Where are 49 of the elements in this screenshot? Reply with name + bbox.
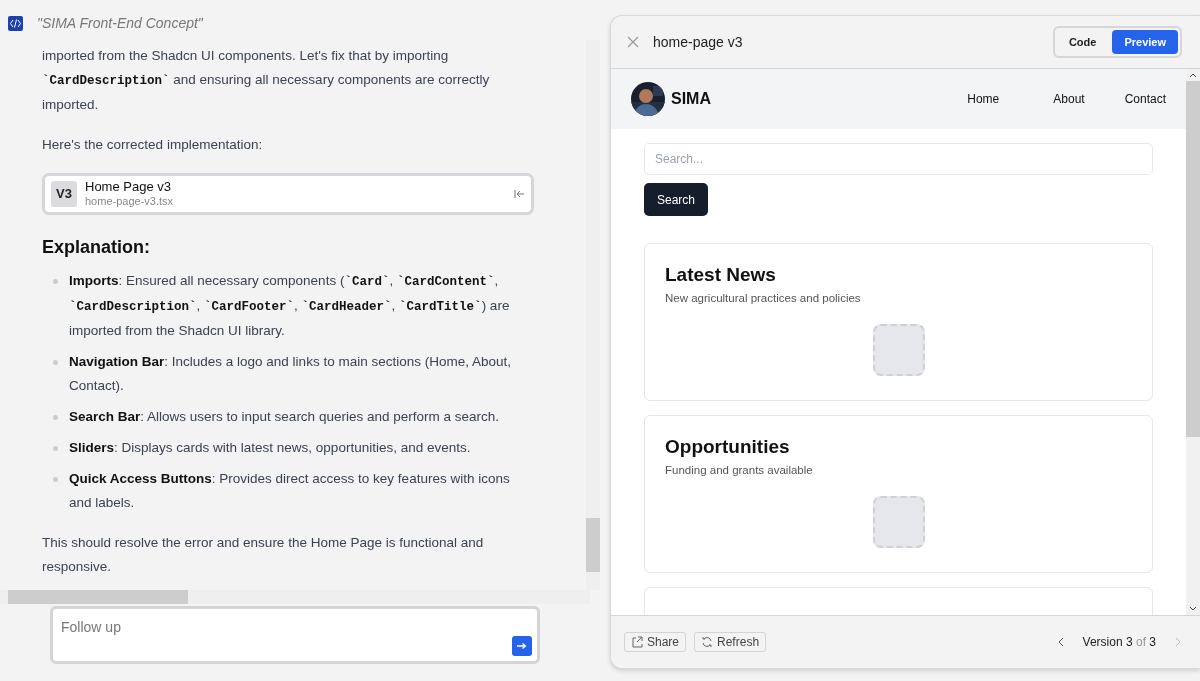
refresh-button[interactable]: Refresh — [694, 632, 767, 652]
list-item-text: Imports: Ensured all necessary components (`Card`, `CardContent`, `CardDescription`, `CardFooter`, `CardHeader`, `CardTitle`) are imported from the Shadcn UI library. — [69, 273, 510, 338]
list-item-text: Search Bar: Allows users to input search queries and perform a search. — [69, 409, 499, 424]
paragraph: imported from the Shadcn UI components. Let's fix that by importing `CardDescription` and ensuring all necessary components are correctly imported. — [42, 47, 491, 114]
list-item-text: Navigation Bar: Includes a logo and links to main sections (Home, About, Contact). — [69, 354, 511, 393]
view-tab[interactable]: Code — [1056, 30, 1109, 54]
send-button[interactable] — [512, 636, 532, 656]
card-title: Opportunities — [665, 436, 791, 458]
horizontal-scrollbar[interactable] — [0, 590, 590, 604]
nav-link[interactable]: Contact — [1124, 92, 1166, 106]
share-button[interactable]: Share — [624, 632, 687, 652]
card-description: Funding and grants available — [665, 464, 814, 476]
arrow-icon — [517, 642, 527, 650]
list-item-text: Quick Access Buttons: Provides direct access to key features with icons and labels. — [69, 471, 510, 510]
bullet-icon — [53, 279, 58, 284]
close-icon[interactable] — [627, 36, 639, 48]
paragraph: This should resolve the error and ensure the Home Page is functional and responsive. — [42, 534, 485, 576]
list-item-text: Sliders: Displays cards with latest news, opportunities, and events. — [69, 440, 471, 455]
view-tab[interactable]: Preview — [1112, 30, 1178, 54]
search-field[interactable]: Search... — [644, 143, 1153, 175]
card-description: New agricultural practices and policies — [665, 292, 862, 304]
paragraph: Here's the corrected implementation: — [42, 136, 264, 154]
nav-link[interactable]: About — [1053, 92, 1085, 106]
card-title: Latest News — [665, 264, 777, 286]
section-heading: Explanation: — [42, 236, 151, 259]
nav-link[interactable]: Home — [967, 92, 1000, 106]
image-placeholder — [872, 496, 925, 548]
image-placeholder — [872, 324, 925, 376]
previous-icon[interactable] — [1056, 636, 1065, 648]
vertical-scrollbar[interactable] — [586, 40, 600, 590]
bullet-icon — [53, 415, 58, 420]
follow-up-field[interactable]: Follow up — [50, 606, 540, 664]
brand-name: SIMA — [671, 90, 712, 108]
bullet-icon — [53, 446, 58, 451]
panel-title: home-page v3 — [653, 34, 744, 50]
version-badge: V3 — [51, 181, 77, 207]
search-button[interactable]: Search — [644, 183, 709, 216]
file-title: Home Page v3 — [85, 180, 172, 194]
vertical-scrollbar[interactable] — [1186, 69, 1200, 615]
chat-title: "SIMA Front-End Concept" — [37, 15, 203, 31]
share-icon — [631, 636, 643, 648]
version-label: Version 3 of 3 — [1082, 635, 1156, 649]
bullet-icon — [53, 360, 58, 365]
file-card[interactable]: V3 Home Page v3 home-page-v3.tsx — [42, 173, 534, 215]
code-icon — [8, 15, 23, 31]
refresh-icon — [701, 636, 714, 648]
bullet-icon — [53, 477, 58, 482]
collapse-icon[interactable] — [514, 189, 525, 199]
file-name: home-page-v3.tsx — [85, 194, 175, 208]
